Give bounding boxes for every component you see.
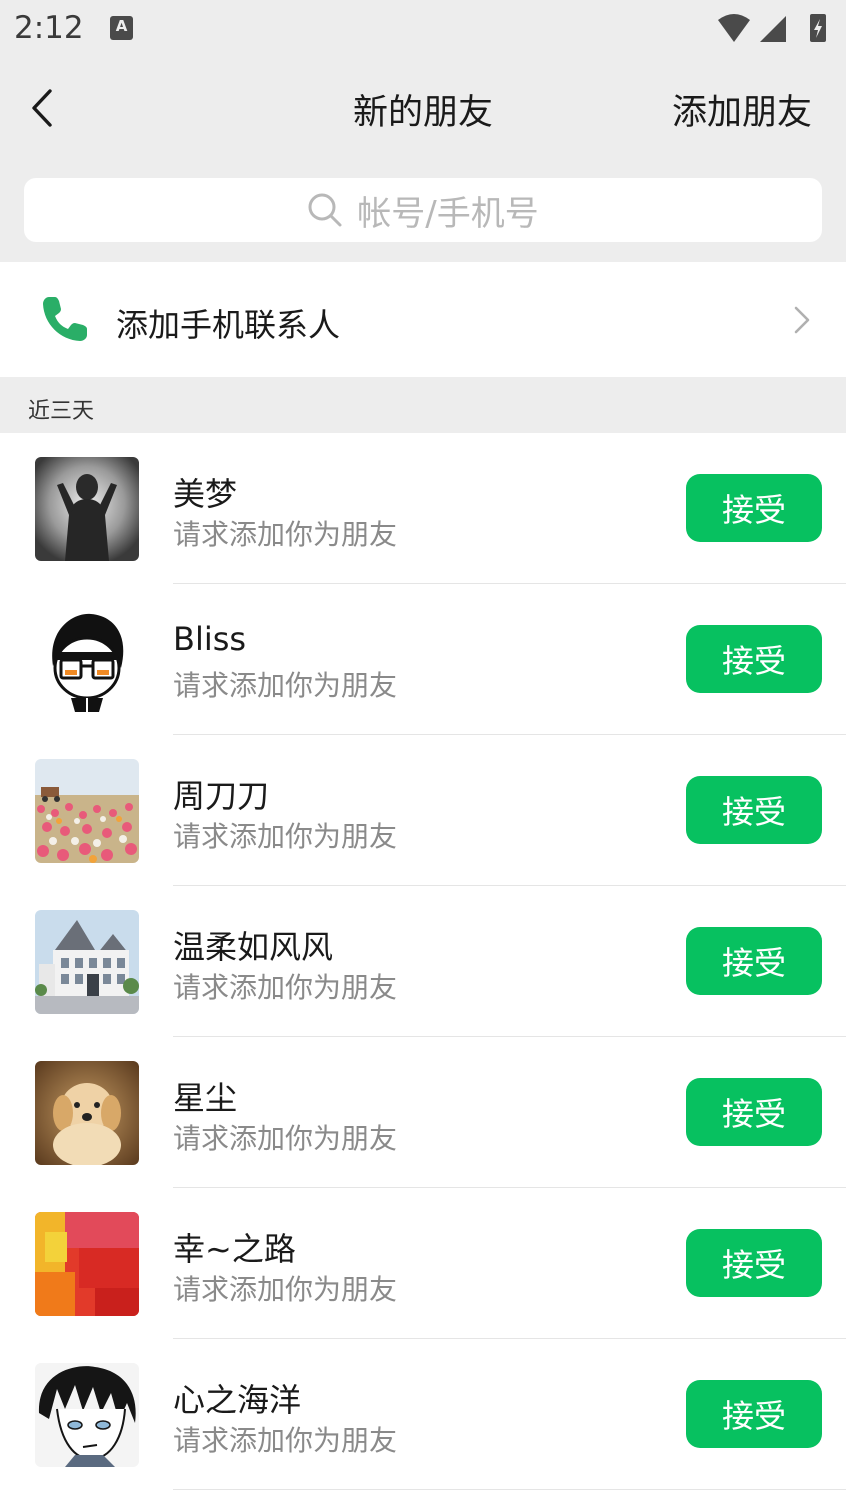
avatar-image <box>35 759 139 863</box>
wifi-icon <box>718 14 750 42</box>
request-subtitle: 请求添加你为朋友 <box>173 820 398 853</box>
request-name: 周刀刀 <box>173 777 270 815</box>
request-name: 心之海洋 <box>173 1381 302 1419</box>
add-friend-button[interactable]: 添加朋友 <box>672 84 812 135</box>
friend-request-item: 美梦 请求添加你为朋友 接受 <box>0 433 846 584</box>
search-placeholder: 帐号/手机号 <box>357 193 539 234</box>
accept-button[interactable]: 接受 <box>686 1078 822 1146</box>
phone-icon <box>43 297 87 341</box>
accept-button[interactable]: 接受 <box>686 1380 822 1448</box>
status-bar: 2:12 A <box>0 0 846 58</box>
avatar <box>35 910 139 1014</box>
signal-icon <box>760 16 786 42</box>
add-phone-contacts-label: 添加手机联系人 <box>116 306 341 344</box>
accept-button[interactable]: 接受 <box>686 474 822 542</box>
friend-request-item: Bliss 请求添加你为朋友 接受 <box>0 584 846 735</box>
accept-button[interactable]: 接受 <box>686 776 822 844</box>
friend-request-item: 幸~之路 请求添加你为朋友 接受 <box>0 1188 846 1339</box>
avatar-image <box>35 1363 139 1467</box>
avatar-image <box>35 457 139 561</box>
accept-button[interactable]: 接受 <box>686 927 822 995</box>
request-name: 美梦 <box>173 475 238 513</box>
status-icons <box>718 14 826 42</box>
request-subtitle: 请求添加你为朋友 <box>173 1273 398 1306</box>
section-label-recent: 近三天 <box>28 399 95 424</box>
request-subtitle: 请求添加你为朋友 <box>173 518 398 551</box>
keyboard-notification-letter: A <box>115 17 128 35</box>
section-header <box>0 377 846 433</box>
avatar <box>35 457 139 561</box>
friend-request-item: 星尘 请求添加你为朋友 接受 <box>0 1037 846 1188</box>
avatar-image <box>35 608 139 712</box>
request-name: 幸~之路 <box>173 1230 296 1268</box>
request-subtitle: 请求添加你为朋友 <box>173 669 398 702</box>
avatar <box>35 1363 139 1467</box>
friend-request-item: 温柔如风风 请求添加你为朋友 接受 <box>0 886 846 1037</box>
divider <box>173 1489 846 1490</box>
avatar <box>35 1061 139 1165</box>
chevron-right-icon <box>794 306 810 334</box>
request-subtitle: 请求添加你为朋友 <box>173 1424 398 1457</box>
request-subtitle: 请求添加你为朋友 <box>173 1122 398 1155</box>
avatar-image <box>35 910 139 1014</box>
search-icon <box>308 193 342 227</box>
back-button[interactable] <box>24 86 68 130</box>
request-subtitle: 请求添加你为朋友 <box>173 971 398 1004</box>
avatar-image <box>35 1061 139 1165</box>
avatar-image <box>35 1212 139 1316</box>
status-time: 2:12 <box>14 10 84 46</box>
request-name: 温柔如风风 <box>173 928 334 966</box>
friend-request-item: 心之海洋 请求添加你为朋友 接受 <box>0 1339 846 1490</box>
request-name: 星尘 <box>173 1079 238 1117</box>
friend-request-item: 周刀刀 请求添加你为朋友 接受 <box>0 735 846 886</box>
accept-button[interactable]: 接受 <box>686 1229 822 1297</box>
accept-button[interactable]: 接受 <box>686 625 822 693</box>
chevron-left-icon <box>32 89 52 127</box>
search-input[interactable]: 帐号/手机号 <box>24 178 822 242</box>
keyboard-notification-icon: A <box>110 16 133 40</box>
avatar <box>35 1212 139 1316</box>
request-name: Bliss <box>173 620 247 658</box>
avatar <box>35 608 139 712</box>
avatar <box>35 759 139 863</box>
